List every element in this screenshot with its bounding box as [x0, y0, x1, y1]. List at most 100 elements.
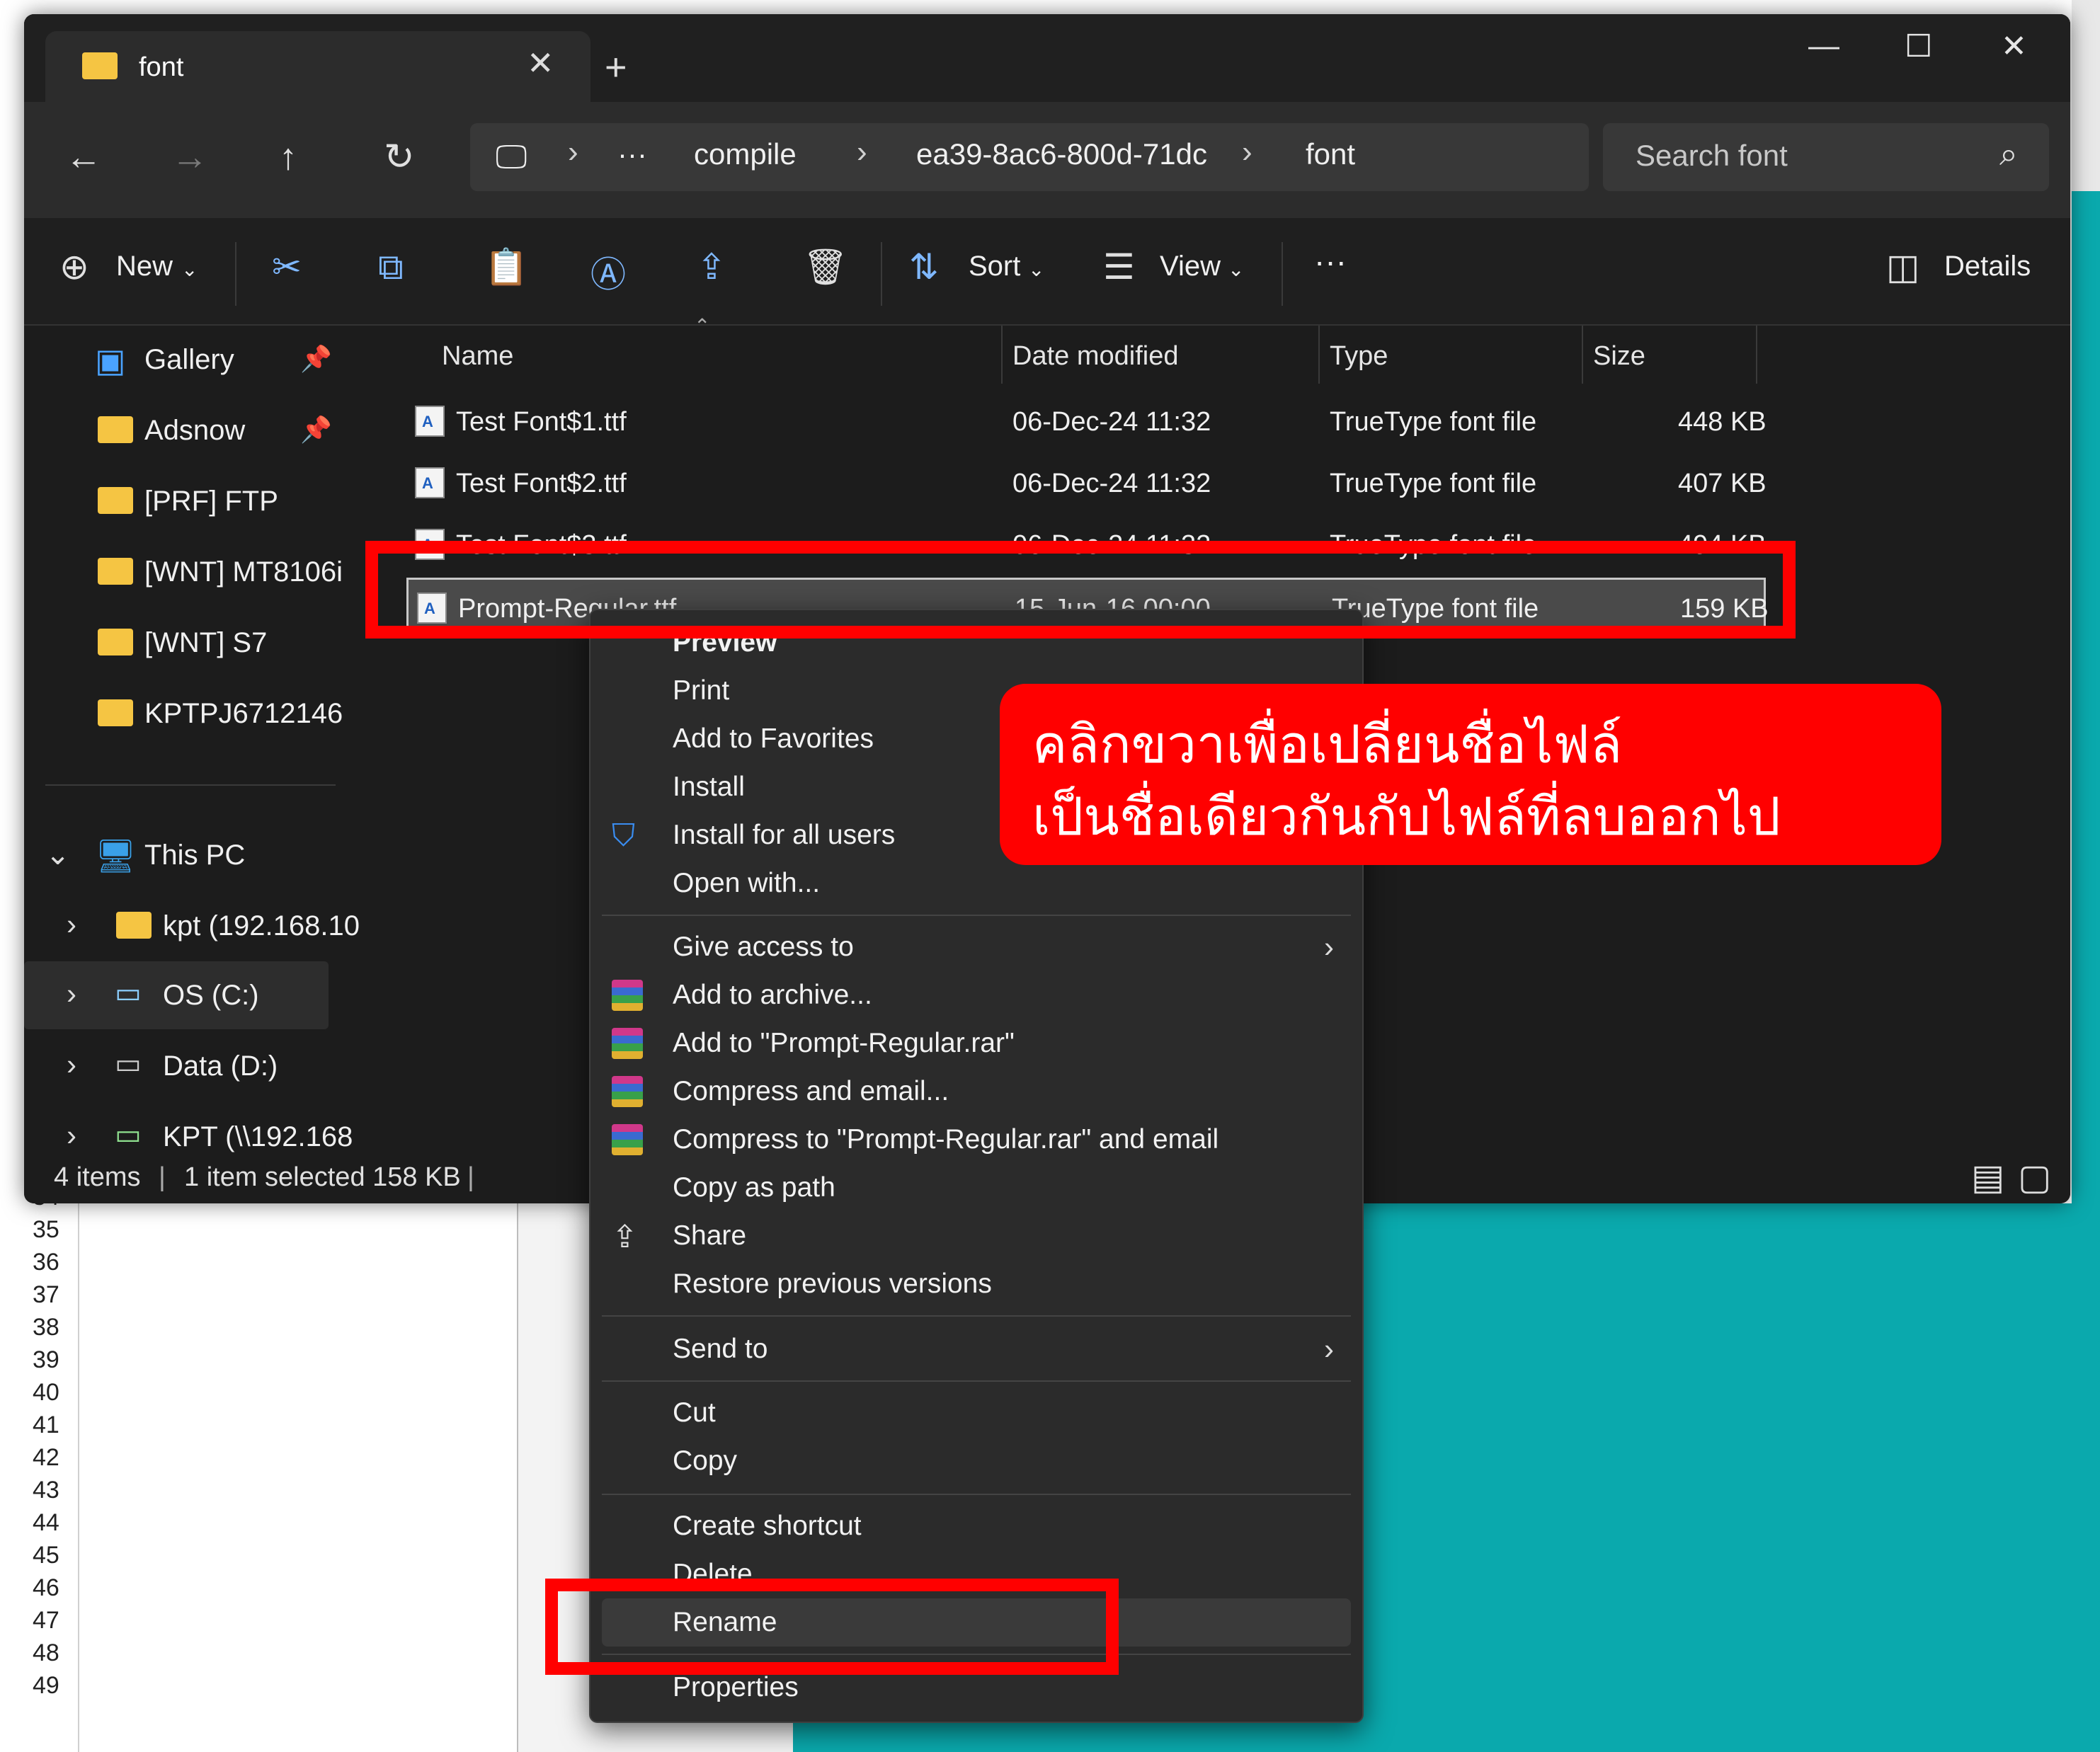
line-number: 41	[33, 1412, 59, 1438]
menu-item-copy[interactable]: Copy	[590, 1437, 1362, 1485]
line-number: 45	[33, 1542, 59, 1569]
column-header-type[interactable]: Type	[1330, 341, 1388, 372]
chevron-down-icon[interactable]: ⌄	[181, 258, 198, 281]
shield-icon: ⛉	[612, 818, 635, 853]
navigation-pane: ▣ Gallery 📌 Adsnow 📌 [PRF] FTP [WNT] MT8…	[24, 326, 360, 1154]
breadcrumb[interactable]: 🖵 › ··· compile › ea39-8ac6-800d-71dc › …	[470, 123, 1589, 191]
details-view-icon[interactable]: ▤	[1971, 1157, 2004, 1198]
sidebar-item-os-c[interactable]: › ▭ OS (C:)	[24, 961, 329, 1029]
sidebar-item-gallery[interactable]: ▣ Gallery 📌	[24, 326, 332, 394]
share-icon[interactable]: ⇪	[697, 246, 726, 287]
column-divider[interactable]	[1001, 326, 1003, 384]
search-input[interactable]: Search font ⌕	[1603, 123, 2049, 191]
details-button[interactable]: Details	[1944, 251, 2031, 282]
sort-icon[interactable]: ⇅	[909, 246, 939, 287]
rename-icon[interactable]: Ⓐ	[590, 246, 626, 297]
minimize-button[interactable]: —	[1808, 28, 1839, 64]
breadcrumb-ellipsis[interactable]: ···	[617, 137, 647, 171]
teal-background-right	[2072, 191, 2100, 1203]
view-icon[interactable]: ☰	[1103, 246, 1135, 287]
breadcrumb-item[interactable]: compile	[694, 137, 797, 171]
breadcrumb-item[interactable]: ea39-8ac6-800d-71dc	[916, 137, 1207, 171]
menu-item-send-to[interactable]: Send to ›	[590, 1325, 1362, 1373]
column-divider[interactable]	[1756, 326, 1757, 384]
column-divider[interactable]	[1318, 326, 1320, 384]
menu-item-add-to-rar[interactable]: Add to "Prompt-Regular.rar"	[590, 1019, 1362, 1067]
new-icon[interactable]: ⊕	[59, 246, 89, 287]
table-row[interactable]: A Test Font$2.ttf 06-Dec-24 11:32 TrueTy…	[406, 454, 1767, 513]
close-tab-icon[interactable]: ✕	[527, 44, 554, 82]
status-divider: |	[159, 1162, 166, 1192]
line-number: 47	[33, 1607, 59, 1634]
folder-icon	[98, 487, 133, 514]
paste-icon[interactable]: 📋	[484, 246, 528, 288]
menu-item-label: Compress and email...	[673, 1076, 949, 1106]
sidebar-item-label: kpt (192.168.10	[163, 910, 360, 941]
selection-info: 1 item selected 158 KB	[184, 1162, 461, 1192]
sidebar-item-label: [WNT] S7	[144, 627, 268, 658]
menu-item-compress-and-email[interactable]: Compress and email...	[590, 1067, 1362, 1116]
menu-item-add-to-archive[interactable]: Add to archive...	[590, 971, 1362, 1019]
folder-icon	[82, 52, 118, 79]
large-icons-view-icon[interactable]: ▢	[2018, 1157, 2051, 1198]
chevron-down-icon[interactable]: ⌄	[1028, 258, 1044, 281]
menu-item-open-with[interactable]: Open with...	[590, 859, 1362, 908]
table-row[interactable]: A Test Font$1.ttf 06-Dec-24 11:32 TrueTy…	[406, 393, 1767, 451]
column-divider[interactable]	[1582, 326, 1583, 384]
winrar-icon	[612, 1124, 643, 1155]
chevron-right-icon[interactable]: ›	[67, 1048, 76, 1082]
maximize-button[interactable]: ☐	[1905, 28, 1932, 64]
column-header-name[interactable]: Name	[442, 341, 513, 372]
column-header-size[interactable]: Size	[1593, 341, 1645, 372]
tab-font[interactable]: font ✕	[45, 31, 590, 102]
menu-item-share[interactable]: ⇪ Share	[590, 1212, 1362, 1260]
pin-icon: 📌	[300, 415, 332, 444]
more-options-button[interactable]: ···	[1314, 242, 1347, 280]
file-name: Test Font$2.ttf	[456, 469, 627, 498]
forward-arrow-icon[interactable]: →	[171, 136, 208, 178]
folder-icon	[98, 416, 133, 443]
sidebar-item-data-d[interactable]: › ▭ Data (D:)	[24, 1032, 329, 1100]
chevron-down-icon[interactable]: ⌄	[1228, 258, 1244, 281]
view-button[interactable]: View	[1160, 251, 1221, 282]
menu-item-label: Cut	[673, 1397, 716, 1428]
refresh-icon[interactable]: ↻	[384, 136, 415, 178]
menu-item-compress-rar-email[interactable]: Compress to "Prompt-Regular.rar" and ema…	[590, 1116, 1362, 1164]
sort-button[interactable]: Sort	[969, 251, 1020, 282]
line-number-gutter: 34 35 36 37 38 39 40 41 42 43 44 45 46 4…	[0, 1184, 79, 1752]
computer-icon[interactable]: 🖵	[496, 137, 527, 177]
close-window-button[interactable]: ✕	[2001, 28, 2027, 64]
breadcrumb-item[interactable]: font	[1306, 137, 1355, 171]
column-header-date[interactable]: Date modified	[1012, 341, 1178, 372]
sidebar-item-this-pc[interactable]: ⌄ 🖥 This PC	[24, 821, 329, 889]
copy-icon[interactable]: ⧉	[378, 246, 404, 288]
line-number: 35	[33, 1216, 59, 1243]
back-arrow-icon[interactable]: ←	[65, 136, 102, 178]
sidebar-item-label: KPT (\\192.168	[163, 1121, 353, 1152]
sidebar-item-kpt-network[interactable]: › kpt (192.168.10	[24, 892, 360, 960]
chevron-down-icon[interactable]: ⌄	[45, 837, 70, 871]
new-tab-button[interactable]: +	[605, 45, 627, 89]
sidebar-item-prf-ftp[interactable]: [PRF] FTP	[24, 467, 329, 535]
menu-item-restore-previous-versions[interactable]: Restore previous versions	[590, 1260, 1362, 1308]
line-number: 44	[33, 1509, 59, 1536]
chevron-right-icon[interactable]: ›	[67, 908, 76, 941]
sidebar-item-wnt-s7[interactable]: [WNT] S7	[24, 609, 329, 677]
sidebar-item-wnt-mt8106i[interactable]: [WNT] MT8106i	[24, 538, 343, 606]
menu-item-give-access[interactable]: Give access to ›	[590, 923, 1362, 971]
new-button[interactable]: New	[116, 251, 173, 282]
chevron-right-icon[interactable]: ›	[67, 1118, 76, 1152]
file-size: 448 KB	[1678, 407, 1767, 437]
menu-item-cut[interactable]: Cut	[590, 1389, 1362, 1437]
sidebar-item-adsnow[interactable]: Adsnow 📌	[24, 396, 332, 464]
delete-icon[interactable]: 🗑	[803, 246, 848, 288]
menu-item-copy-as-path[interactable]: Copy as path	[590, 1164, 1362, 1212]
chevron-right-icon[interactable]: ›	[67, 977, 76, 1011]
sidebar-item-kptpj6712146[interactable]: KPTPJ6712146	[24, 680, 343, 748]
menu-item-create-shortcut[interactable]: Create shortcut	[590, 1502, 1362, 1550]
up-arrow-icon[interactable]: ↑	[279, 136, 297, 178]
line-number: 37	[33, 1281, 59, 1308]
details-pane-icon[interactable]: ◫	[1886, 246, 1919, 287]
line-number: 46	[33, 1574, 59, 1601]
cut-icon[interactable]: ✂	[272, 246, 302, 287]
